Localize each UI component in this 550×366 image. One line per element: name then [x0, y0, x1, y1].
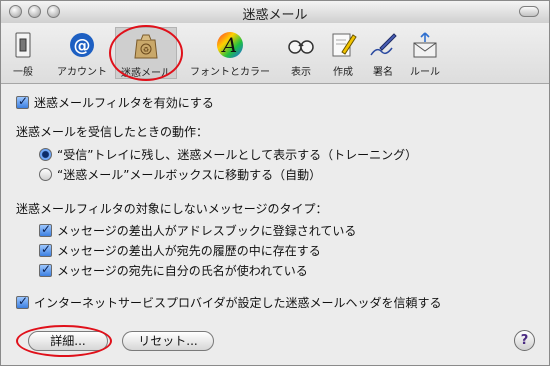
fountain-pen-icon [370, 33, 397, 56]
tab-rules-label: ルール [410, 67, 440, 78]
tab-accounts-label: アカウント [57, 67, 107, 78]
tab-signatures-label: 署名 [373, 67, 393, 78]
exempt-heading: 迷惑メールフィルタの対象にしないメッセージのタイプ： [16, 202, 328, 216]
title-bar: 迷惑メール [1, 1, 549, 24]
action-move-label: “迷惑メール”メールボックスに移動する（自動） [57, 168, 322, 182]
toolbar-toggle-button[interactable] [519, 6, 539, 17]
tab-composing[interactable]: 作成 [325, 27, 361, 79]
exempt-full-name-checkbox[interactable] [39, 262, 52, 277]
pencil-paper-icon [332, 33, 357, 57]
tab-general[interactable]: 一般 [7, 27, 39, 79]
action-training-radio[interactable] [39, 148, 52, 161]
rules-envelope-icon [413, 32, 437, 58]
red-highlight-circle-advanced [16, 325, 112, 357]
exempt-full-name-label: メッセージの宛先に自分の氏名が使われている [57, 264, 308, 278]
trust-isp-headers-checkbox[interactable] [16, 294, 29, 309]
tab-composing-label: 作成 [333, 67, 353, 78]
at-sign-icon: @ [70, 33, 94, 57]
help-button[interactable]: ? [514, 330, 535, 351]
tab-fonts-colors-label: フォントとカラー [190, 67, 270, 78]
font-color-wheel-icon: A [217, 32, 243, 58]
svg-text:@: @ [74, 36, 91, 56]
enable-junk-filter-checkbox[interactable] [16, 94, 29, 109]
action-heading: 迷惑メールを受信したときの動作： [16, 125, 209, 139]
junk-mail-pane: 迷惑メールフィルタを有効にする 迷惑メールを受信したときの動作： “受信”トレイ… [1, 84, 549, 365]
action-training-label: “受信”トレイに残し、迷惑メールとして表示する（トレーニング） [57, 148, 418, 162]
trust-isp-headers-label: インターネットサービスプロバイダが設定した迷惑メールヘッダを信頼する [34, 296, 442, 310]
tab-rules[interactable]: ルール [405, 27, 445, 79]
eyeglasses-icon [288, 40, 314, 54]
reset-button[interactable]: リセット... [122, 331, 214, 351]
exempt-address-book-checkbox[interactable] [39, 222, 52, 237]
tab-accounts[interactable]: @ アカウント [51, 27, 113, 79]
exempt-address-book-label: メッセージの差出人がアドレスブックに登録されている [57, 224, 357, 238]
tab-signatures[interactable]: 署名 [365, 27, 401, 79]
action-move-radio[interactable] [39, 168, 52, 181]
tab-fonts-colors[interactable]: A フォントとカラー [185, 27, 275, 79]
tab-general-label: 一般 [13, 67, 33, 78]
window-title: 迷惑メール [242, 8, 308, 23]
preferences-window: 迷惑メール 一般 @ アカウント ♻ 迷惑メール A フォントとカラー 表示 作… [0, 0, 550, 366]
svg-text:A: A [221, 33, 237, 57]
exempt-previous-recipients-label: メッセージの差出人が宛先の履歴の中に存在する [57, 244, 321, 258]
red-highlight-circle-junk-tab [109, 25, 183, 81]
tab-viewing[interactable]: 表示 [283, 27, 319, 79]
preferences-toolbar: 一般 @ アカウント ♻ 迷惑メール A フォントとカラー 表示 作成 署名 ル… [1, 23, 549, 84]
enable-junk-filter-label: 迷惑メールフィルタを有効にする [34, 96, 214, 110]
exempt-previous-recipients-checkbox[interactable] [39, 242, 52, 257]
light-switch-icon [15, 32, 31, 58]
tab-viewing-label: 表示 [291, 67, 311, 78]
